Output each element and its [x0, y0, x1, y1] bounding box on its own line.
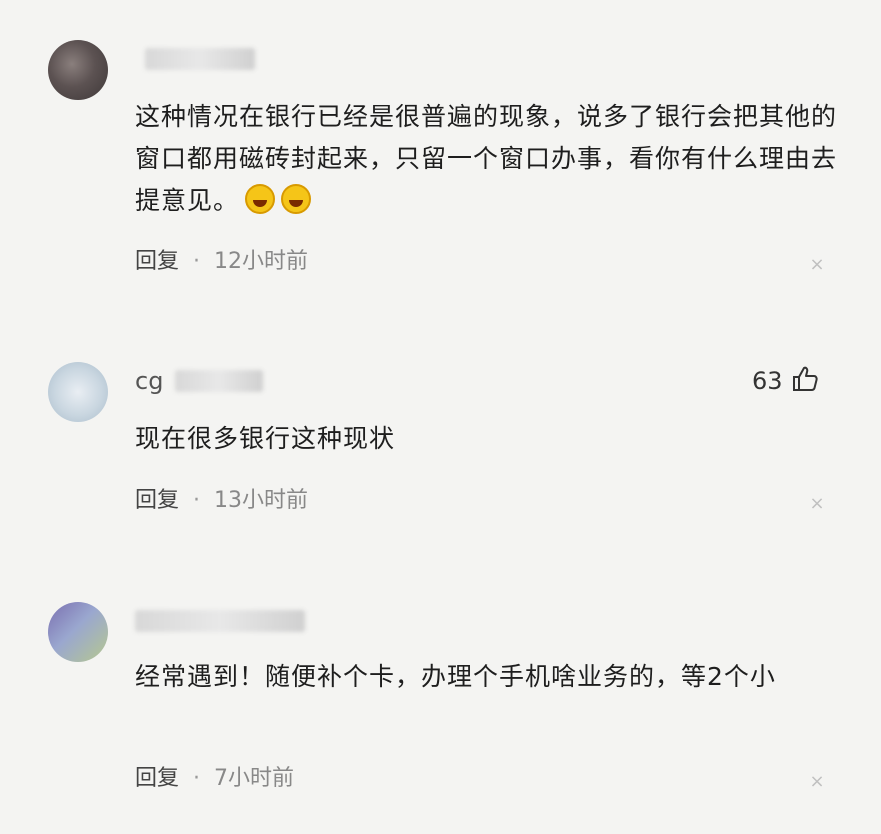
username-redacted	[145, 48, 255, 70]
avatar[interactable]	[48, 602, 108, 662]
close-icon[interactable]: ×	[808, 495, 826, 513]
comment-text: 现在很多银行这种现状	[135, 418, 840, 460]
comment-body: 这种情况在银行已经是很普遍的现象，说多了银行会把其他的窗口都用磁砖封起来，只留一…	[135, 102, 838, 215]
comment-text: 经常遇到！随便补个卡，办理个手机啥业务的，等2个小	[135, 656, 840, 698]
username-redacted	[135, 610, 305, 632]
like-button[interactable]: 63	[752, 364, 819, 398]
like-count: 63	[752, 367, 783, 395]
meta-separator: ·	[193, 488, 201, 513]
avatar[interactable]	[48, 362, 108, 422]
username[interactable]: cg	[135, 366, 263, 396]
comment-meta: 回复 · 7小时前	[135, 764, 294, 794]
reply-button[interactable]: 回复	[135, 249, 179, 274]
avatar[interactable]	[48, 40, 108, 100]
username-text: cg	[135, 367, 164, 395]
comment-time: 7小时前	[214, 766, 295, 791]
comment-list: 这种情况在银行已经是很普遍的现象，说多了银行会把其他的窗口都用磁砖封起来，只留一…	[0, 0, 881, 834]
comment-time: 13小时前	[214, 488, 309, 513]
reply-button[interactable]: 回复	[135, 488, 179, 513]
meta-separator: ·	[193, 249, 201, 274]
reply-button[interactable]: 回复	[135, 766, 179, 791]
comment-time: 12小时前	[214, 249, 309, 274]
comment-body: 经常遇到！随便补个卡，办理个手机啥业务的，等2个小	[135, 662, 776, 691]
meta-separator: ·	[193, 766, 201, 791]
comment-body: 现在很多银行这种现状	[135, 424, 396, 453]
username-redacted	[175, 370, 263, 392]
close-icon[interactable]: ×	[808, 773, 826, 791]
thumbs-up-icon[interactable]	[791, 365, 819, 402]
comment-text: 这种情况在银行已经是很普遍的现象，说多了银行会把其他的窗口都用磁砖封起来，只留一…	[135, 96, 840, 222]
comment-meta: 回复 · 12小时前	[135, 247, 308, 277]
grin-emoji-icon	[245, 184, 276, 214]
close-icon[interactable]: ×	[808, 256, 826, 274]
comment-meta: 回复 · 13小时前	[135, 486, 308, 516]
laugh-emoji-icon	[281, 184, 312, 214]
